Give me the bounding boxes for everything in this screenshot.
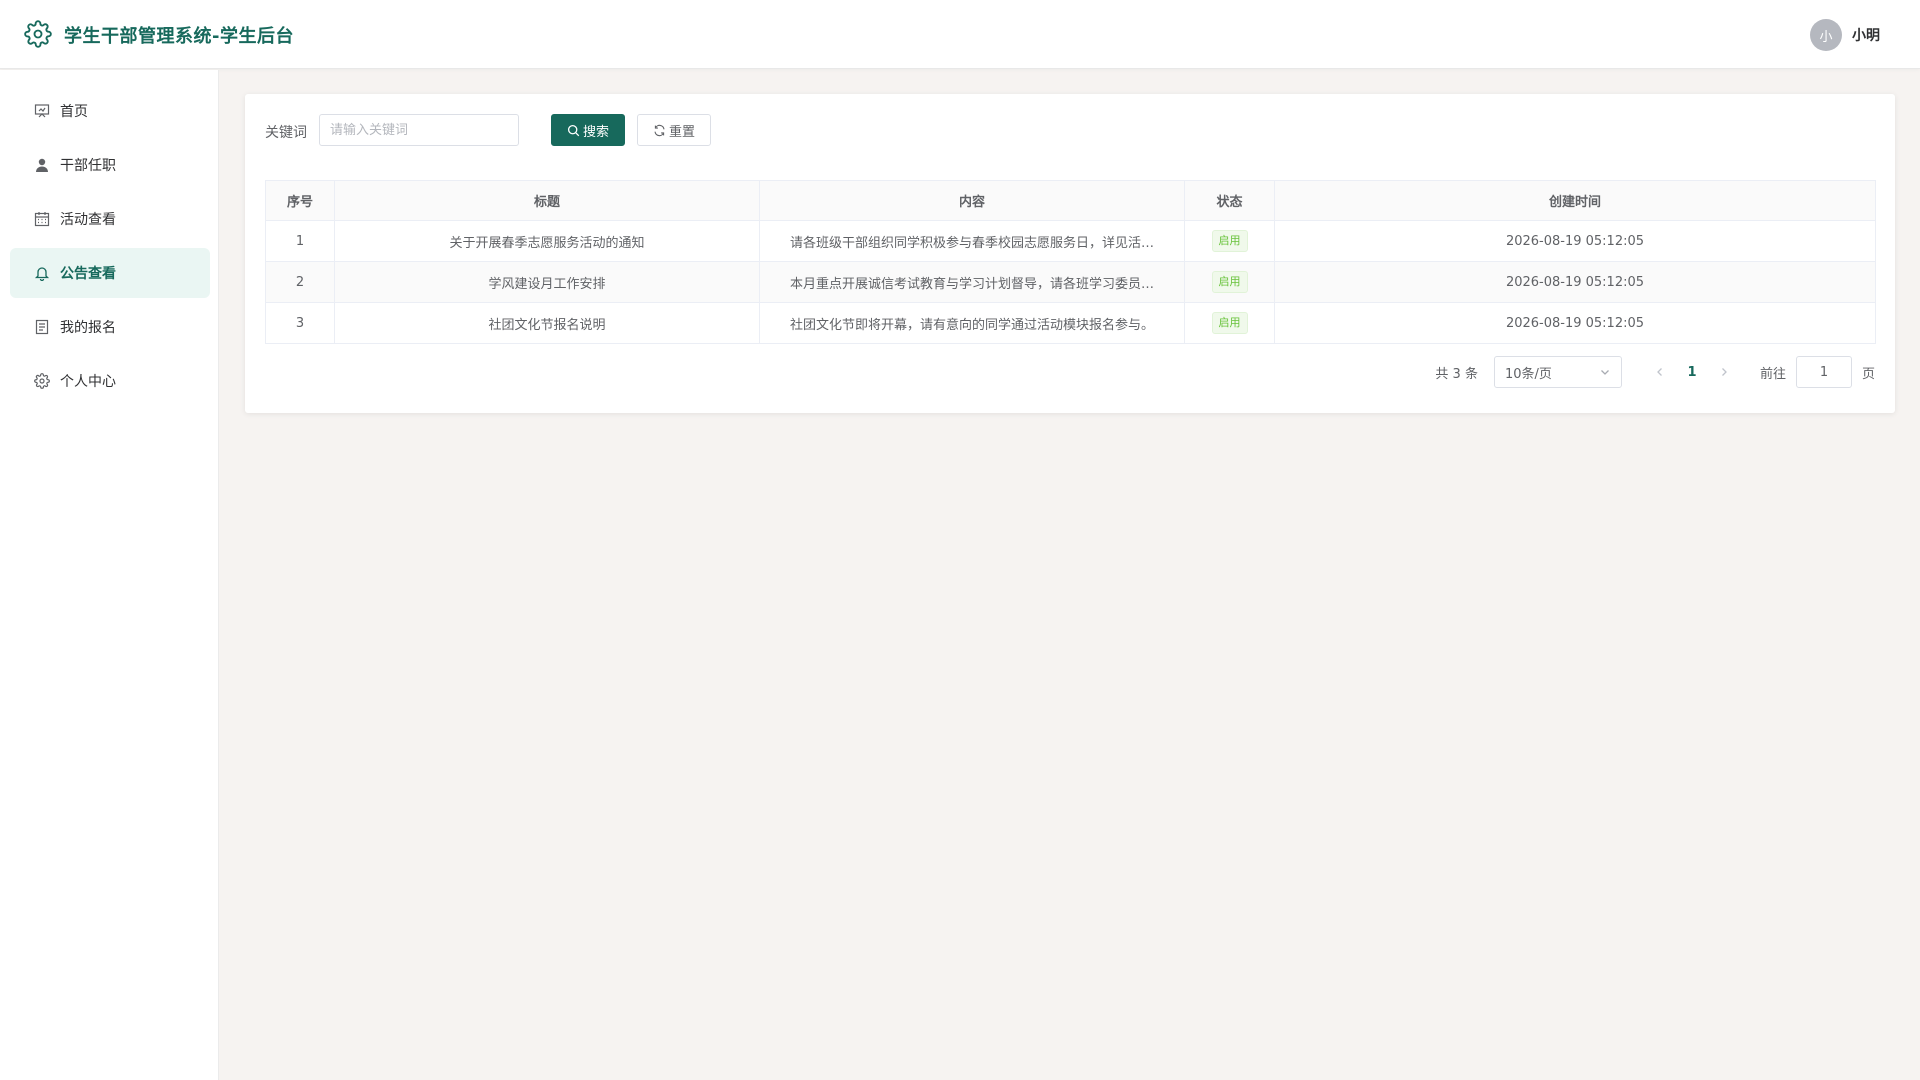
cell-title: 社团文化节报名说明 bbox=[334, 302, 760, 344]
sidebar-item-label: 我的报名 bbox=[60, 320, 116, 336]
table-row[interactable]: 1 关于开展春季志愿服务活动的通知 请各班级干部组织同学积极参与春季校园志愿服务… bbox=[265, 220, 1876, 262]
reset-button[interactable]: 重置 bbox=[637, 114, 711, 146]
table-row[interactable]: 2 学风建设月工作安排 本月重点开展诚信考试教育与学习计划督导，请各班学习委员…… bbox=[265, 261, 1876, 303]
user-menu[interactable]: 小 小明 bbox=[1810, 19, 1880, 51]
page-suffix-label: 页 bbox=[1861, 366, 1875, 382]
table-header-row: 序号 标题 内容 状态 创建时间 bbox=[265, 180, 1876, 221]
page-size-select[interactable]: 10条/页 bbox=[1493, 356, 1622, 388]
sidebar-item-home[interactable]: 首页 bbox=[10, 86, 210, 136]
cell-index: 1 bbox=[265, 220, 335, 262]
cell-index: 3 bbox=[265, 302, 335, 344]
cell-content: 本月重点开展诚信考试教育与学习计划督导，请各班学习委员… bbox=[759, 261, 1185, 303]
goto-page-input[interactable] bbox=[1795, 356, 1852, 388]
status-badge: 启用 bbox=[1211, 230, 1248, 252]
column-header-title: 标题 bbox=[334, 180, 760, 221]
page-number-current[interactable]: 1 bbox=[1678, 365, 1706, 380]
bell-icon bbox=[34, 265, 50, 281]
avatar[interactable]: 小 bbox=[1810, 19, 1842, 51]
sidebar-item-label: 活动查看 bbox=[60, 212, 116, 228]
cell-index: 2 bbox=[265, 261, 335, 303]
sidebar-item-activities[interactable]: 活动查看 bbox=[10, 194, 210, 244]
cell-title: 关于开展春季志愿服务活动的通知 bbox=[334, 220, 760, 262]
cell-title: 学风建设月工作安排 bbox=[334, 261, 760, 303]
gear-logo-icon bbox=[24, 20, 52, 48]
document-icon bbox=[34, 319, 50, 335]
sidebar-item-profile[interactable]: 个人中心 bbox=[10, 356, 210, 406]
username[interactable]: 小明 bbox=[1852, 25, 1880, 45]
sidebar-item-my-registrations[interactable]: 我的报名 bbox=[10, 302, 210, 352]
announcement-card: 关键词 搜索 重置 序号 标题 内容 状态 创建时间 1 关于开展春季志愿服务活… bbox=[245, 94, 1895, 413]
keyword-input[interactable] bbox=[319, 114, 519, 146]
cell-created: 2026-08-19 05:12:05 bbox=[1274, 261, 1876, 303]
search-button[interactable]: 搜索 bbox=[551, 114, 625, 146]
chevron-down-icon bbox=[1601, 370, 1609, 375]
column-header-content: 内容 bbox=[759, 180, 1185, 221]
sidebar: 首页 干部任职 活动查看 公告查看 我的报名 个人中心 bbox=[0, 70, 219, 1080]
gear-icon bbox=[34, 373, 50, 389]
page-size-value: 10条/页 bbox=[1504, 366, 1552, 382]
sidebar-item-cadre[interactable]: 干部任职 bbox=[10, 140, 210, 190]
sidebar-item-label: 干部任职 bbox=[60, 158, 116, 174]
cell-created: 2026-08-19 05:12:05 bbox=[1274, 302, 1876, 344]
cell-status: 启用 bbox=[1184, 261, 1275, 303]
refresh-icon bbox=[654, 124, 665, 136]
status-badge: 启用 bbox=[1211, 312, 1248, 334]
cell-content: 请各班级干部组织同学积极参与春季校园志愿服务日，详见活… bbox=[759, 220, 1185, 262]
column-header-status: 状态 bbox=[1184, 180, 1275, 221]
app-title: 学生干部管理系统-学生后台 bbox=[64, 26, 294, 47]
top-header: 学生干部管理系统-学生后台 小 小明 bbox=[0, 0, 1920, 69]
prev-page-button[interactable] bbox=[1646, 358, 1674, 386]
chevron-right-icon bbox=[1722, 368, 1727, 376]
status-badge: 启用 bbox=[1211, 271, 1248, 293]
sidebar-item-announcements[interactable]: 公告查看 bbox=[10, 248, 210, 298]
goto-label: 前往 bbox=[1759, 366, 1786, 382]
column-header-created: 创建时间 bbox=[1274, 180, 1876, 221]
announcement-table: 序号 标题 内容 状态 创建时间 1 关于开展春季志愿服务活动的通知 请各班级干… bbox=[265, 180, 1876, 344]
sidebar-item-label: 首页 bbox=[60, 104, 88, 120]
cell-content: 社团文化节即将开幕，请有意向的同学通过活动模块报名参与。 bbox=[759, 302, 1185, 344]
presentation-icon bbox=[34, 103, 50, 119]
sidebar-item-label: 公告查看 bbox=[60, 266, 116, 282]
chevron-left-icon bbox=[1657, 368, 1662, 376]
calendar-icon bbox=[34, 211, 50, 227]
next-page-button[interactable] bbox=[1710, 358, 1738, 386]
table-row[interactable]: 3 社团文化节报名说明 社团文化节即将开幕，请有意向的同学通过活动模块报名参与。… bbox=[265, 302, 1876, 344]
user-icon bbox=[34, 157, 50, 173]
search-icon bbox=[567, 124, 580, 136]
cell-status: 启用 bbox=[1184, 302, 1275, 344]
total-count: 共 3 条 bbox=[1435, 366, 1478, 382]
reset-button-label: 重置 bbox=[668, 124, 695, 140]
pagination: 共 3 条 10条/页 1 前往 页 bbox=[1435, 356, 1875, 388]
search-button-label: 搜索 bbox=[582, 124, 609, 140]
keyword-label: 关键词 bbox=[265, 125, 307, 141]
cell-created: 2026-08-19 05:12:05 bbox=[1274, 220, 1876, 262]
column-header-index: 序号 bbox=[265, 180, 335, 221]
sidebar-item-label: 个人中心 bbox=[60, 374, 116, 390]
cell-status: 启用 bbox=[1184, 220, 1275, 262]
